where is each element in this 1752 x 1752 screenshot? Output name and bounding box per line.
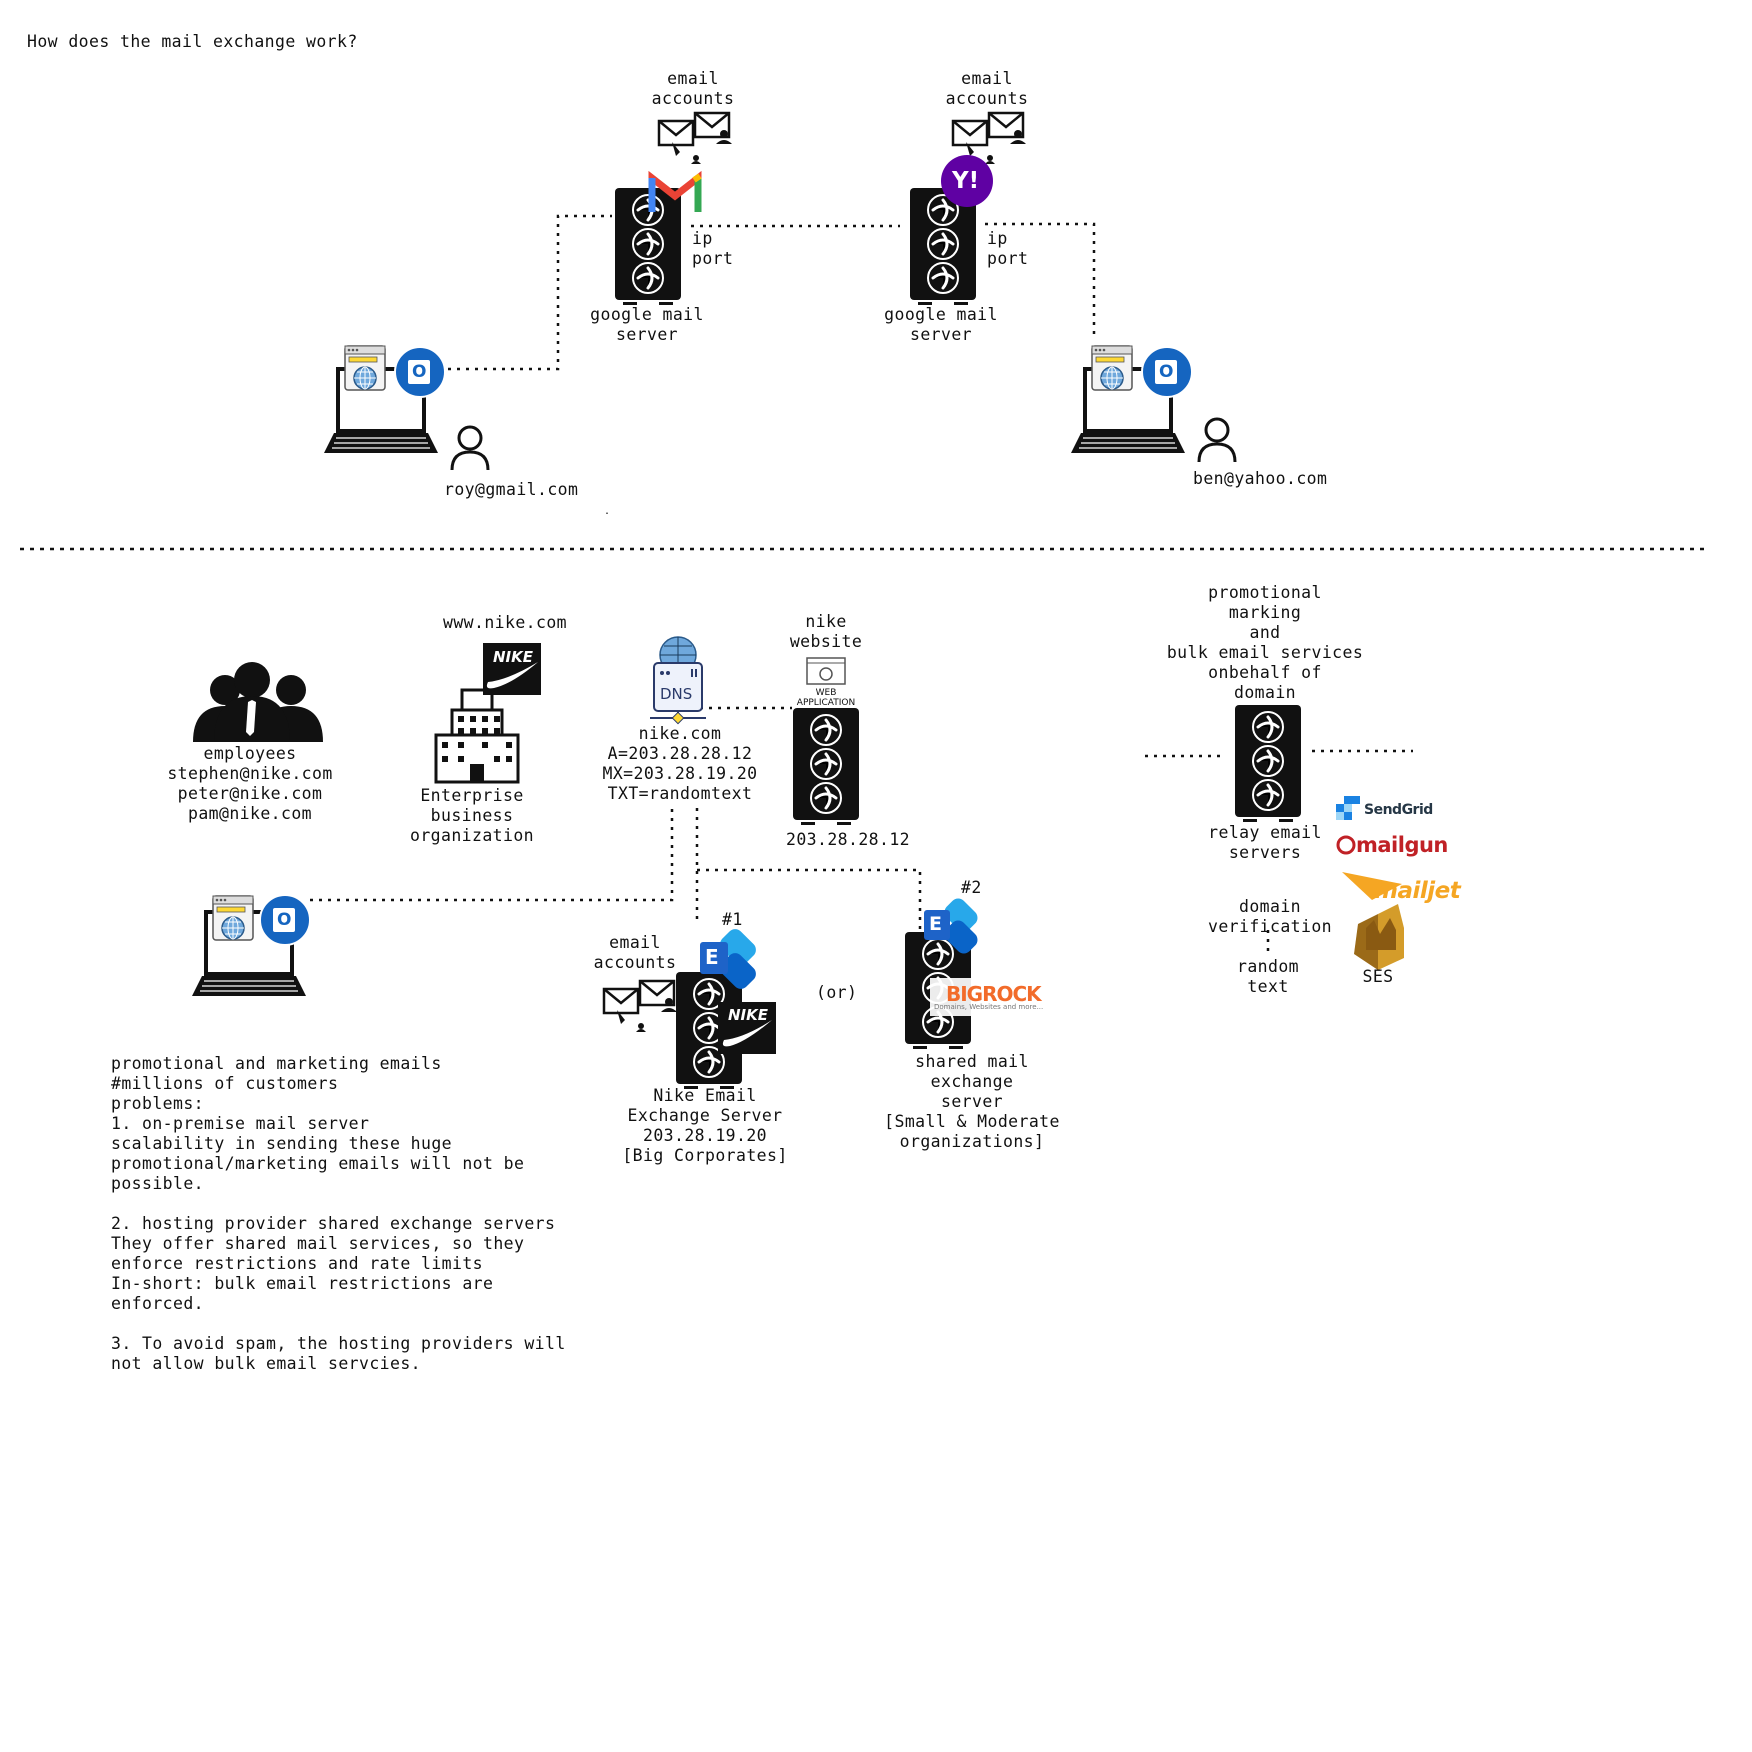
mailjet-logo-text: mailjet xyxy=(1374,878,1461,904)
website-label: nike website xyxy=(789,612,863,651)
employees-label: employees stephen@nike.com peter@nike.co… xyxy=(167,744,333,823)
website-ip: 203.28.28.12 xyxy=(786,830,911,849)
sendgrid-logo-text: SendGrid xyxy=(1364,802,1433,818)
sendgrid-logo-icon xyxy=(1336,796,1360,820)
browser-icon xyxy=(212,895,254,941)
shared-server-label: shared mail exchange server [Small & Mod… xyxy=(884,1052,1060,1151)
ses-logo-icon xyxy=(1354,904,1404,970)
website-server-icon xyxy=(791,706,861,827)
diagram-canvas xyxy=(20,0,1705,1091)
email-accounts-icon xyxy=(604,981,677,1032)
outlook-letter: O xyxy=(412,362,427,382)
number-two: #2 xyxy=(961,878,982,897)
browser-icon xyxy=(1091,345,1133,391)
gmail-server-label: google mail server xyxy=(590,305,704,344)
dns-badge: DNS xyxy=(660,685,693,703)
or-label: (or) xyxy=(816,983,858,1002)
email-accounts-label: email accounts xyxy=(651,69,735,108)
page-title: How does the mail exchange work? xyxy=(27,32,358,51)
bigrock-tagline: Domains, Websites and more... xyxy=(934,1003,1044,1011)
ses-label: SES xyxy=(1362,967,1394,986)
email-accounts-icon xyxy=(659,113,732,164)
yahoo-server-label: google mail server xyxy=(884,305,998,344)
building-icon xyxy=(434,688,520,784)
dns-records: nike.com A=203.28.28.12 MX=203.28.19.20 … xyxy=(602,724,758,803)
employees-icon xyxy=(193,662,323,742)
email-accounts-label: email accounts xyxy=(945,69,1029,108)
www-nike-label: www.nike.com xyxy=(443,613,568,632)
ben-email: ben@yahoo.com xyxy=(1193,469,1328,488)
mailgun-logo-icon xyxy=(1336,835,1356,855)
problems-text: promotional and marketing emails #millio… xyxy=(111,1054,566,1373)
browser-icon xyxy=(344,345,386,391)
ip-port-label: ip port xyxy=(987,229,1029,268)
domain-verification-label: domain verification xyxy=(1207,897,1332,936)
relay-servers-label: relay email servers xyxy=(1208,823,1322,862)
nike-logo-text: NIKE xyxy=(728,1006,769,1024)
stray-dot: . xyxy=(604,506,611,517)
user-icon xyxy=(450,425,490,472)
random-text-label: random text xyxy=(1236,957,1299,996)
nike-email-accounts-label: email accounts xyxy=(593,933,677,972)
number-one: #1 xyxy=(722,910,743,929)
exchange-letter: E xyxy=(929,913,942,935)
web-application-icon xyxy=(806,657,846,685)
promo-services-label: promotional marking and bulk email servi… xyxy=(1166,583,1364,702)
ip-port-label: ip port xyxy=(692,229,734,268)
gmail-server-icon xyxy=(613,186,683,307)
dns-icon xyxy=(650,636,706,725)
outlook-letter: O xyxy=(1159,362,1174,382)
enterprise-label: Enterprise business organization xyxy=(409,786,534,845)
relay-server-icon xyxy=(1233,703,1303,824)
web-application-label: WEB APPLICATION xyxy=(796,688,856,708)
mailgun-logo-text: mailgun xyxy=(1356,833,1448,857)
nike-logo-text: NIKE xyxy=(493,648,534,666)
yahoo-logo-text: Y! xyxy=(952,168,980,194)
roy-email: roy@gmail.com xyxy=(444,480,579,499)
exchange-letter: E xyxy=(705,945,719,969)
user-icon xyxy=(1197,417,1237,464)
outlook-letter: O xyxy=(277,910,292,930)
nike-server-label: Nike Email Exchange Server 203.28.19.20 … xyxy=(622,1086,788,1165)
